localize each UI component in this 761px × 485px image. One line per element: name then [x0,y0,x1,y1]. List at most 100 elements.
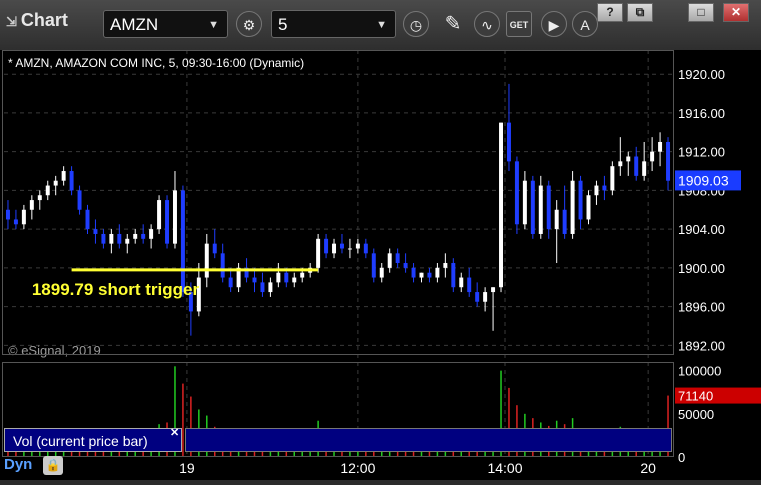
study-bar [185,428,672,452]
candle-body [554,209,559,230]
candle-body [451,263,456,288]
close-button[interactable]: ✕ [723,3,749,22]
play-icon[interactable]: ▶ [541,11,567,37]
close-icon[interactable]: ✕ [170,426,179,439]
candle-body [387,253,392,268]
candle-body [546,185,551,230]
price-tick-label: 1904.00 [678,222,725,237]
candle-body [13,219,18,225]
candle-body [634,156,639,176]
candle-body [530,180,535,234]
candle-body [443,263,448,268]
symbol-input[interactable]: AMZN ▼ [103,10,228,38]
window-title-text: Chart [20,10,68,30]
candle-body [499,122,504,288]
candle-body [427,272,432,278]
candle-body [355,243,360,249]
time-tick-label: 19 [179,460,195,476]
maximize-button[interactable]: □ [688,3,714,22]
candle-body [212,243,217,254]
last-price-label: 1909.03 [678,172,729,188]
candle-body [141,233,146,239]
time-tick-label: 14:00 [487,460,522,476]
candle-body [149,229,154,239]
candle-body [284,272,289,283]
candle-body [642,161,647,176]
price-chart[interactable]: 1920.001916.001912.001908.001904.001900.… [0,50,761,480]
candle-body [618,161,623,167]
toolbar: ⇲ Chart AMZN ▼ ⚙ 5 ▼ ◷ ✎ ∿ GET ▶ A ? ⧉ □ ✕ [0,0,761,50]
price-tick-label: 1900.00 [678,261,725,276]
volume-axis: 100000 50000 0 71140 [675,364,761,465]
candle-body [435,267,440,278]
volume-tick-label: 100000 [678,364,721,379]
candle-body [228,277,233,288]
candle-body [109,233,114,244]
interval-input[interactable]: 5 ▼ [271,10,396,38]
candle-body [467,277,472,293]
candle-body [578,180,583,220]
candle-body [658,141,663,152]
help-button[interactable]: ? [597,3,623,22]
chevron-down-icon[interactable]: ▼ [376,11,387,39]
candle-body [594,185,599,196]
candle-body [602,185,607,191]
time-tick-label: 12:00 [340,460,375,476]
candle-body [379,267,384,278]
chevron-down-icon[interactable]: ▼ [208,11,219,39]
symbol-value: AMZN [110,15,159,34]
menu-icon[interactable]: ⇲ [6,14,17,29]
time-axis: 19 12:00 14:00 20 [179,460,656,476]
study-label[interactable]: Vol (current price bar) [4,428,182,452]
candle-body [133,233,138,239]
candle-body [21,209,26,225]
get-icon[interactable]: GET [506,11,532,37]
candle-body [220,253,225,278]
time-tick-label: 20 [640,460,656,476]
last-volume-label: 71140 [678,389,713,404]
candle-body [371,253,376,278]
lock-icon[interactable]: 🔒 [43,456,63,475]
clock-icon[interactable]: ◷ [403,11,429,37]
candle-body [403,263,408,268]
candle-body [37,195,42,201]
candle-body [204,243,209,278]
candle-body [626,156,631,162]
candle-body [586,195,591,220]
restore-button[interactable]: ⧉ [627,3,653,22]
chart-area[interactable]: 1920.00 1916.00 1912.00 1908.00 1904.00 1900.… [0,50,761,480]
candle-body [419,272,424,278]
candle-body [506,122,511,162]
candle-body [332,243,337,254]
alert-icon[interactable]: A [572,11,598,37]
trigger-annotation: 1899.79 short trigger [32,280,200,299]
price-tick-label: 1892.00 [678,338,725,353]
candle-body [172,190,177,244]
candle-body [268,282,273,293]
candle-body [316,238,321,268]
watermark: © eSignal, 2019 [8,343,101,358]
candle-body [69,171,74,191]
candle-body [522,180,527,225]
candle-body [347,248,352,250]
candle-body [252,277,257,283]
candle-body [117,233,122,244]
volume-tick-label: 50000 [678,407,714,422]
study-icon[interactable]: ∿ [474,11,500,37]
candle-body [339,243,344,249]
candle-body [61,171,66,181]
candle-body [411,267,416,278]
pencil-icon[interactable]: ✎ [440,11,466,37]
window-title: ⇲ Chart [6,10,68,31]
candle-body [491,287,496,293]
price-tick-label: 1912.00 [678,145,725,160]
settings-icon[interactable]: ⚙ [236,11,262,37]
candle-body [610,166,615,191]
candle-body [5,209,10,220]
candle-body [570,180,575,234]
dynamic-mode[interactable]: Dyn [4,456,32,473]
candle-body [29,200,34,210]
candle-body [276,272,281,283]
price-tick-label: 1896.00 [678,300,725,315]
candle-body [292,277,297,283]
